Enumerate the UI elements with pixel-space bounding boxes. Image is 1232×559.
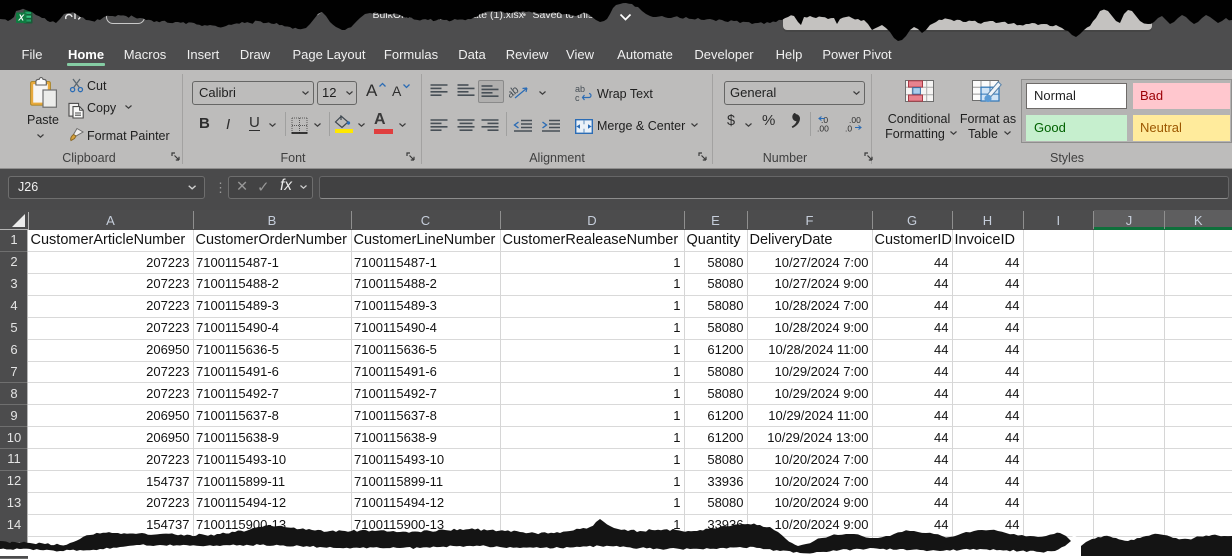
svg-text:.00: .00 bbox=[817, 124, 829, 133]
svg-text:.0: .0 bbox=[845, 124, 852, 133]
svg-text:c: c bbox=[575, 93, 580, 102]
